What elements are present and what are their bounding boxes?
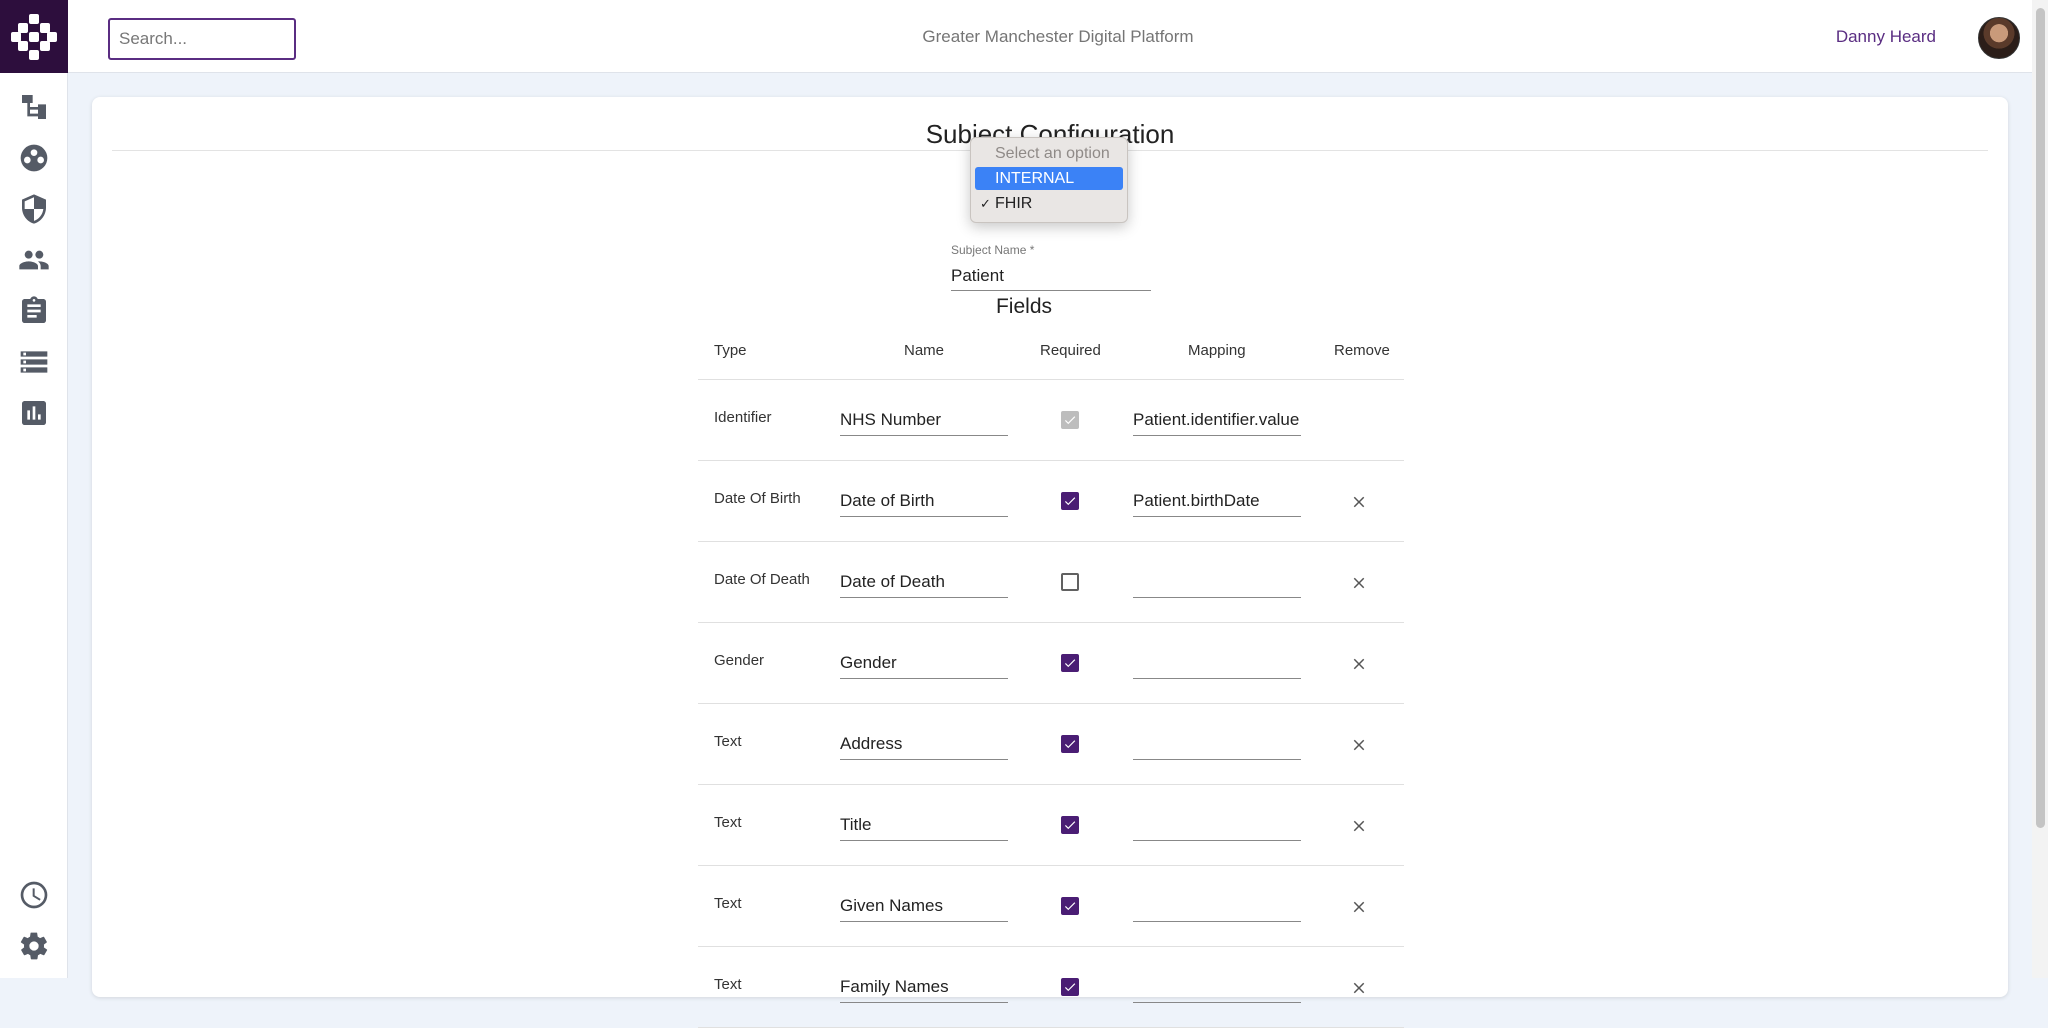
field-type: Text: [714, 895, 742, 912]
fields-table: Type Name Required Mapping Remove Identi…: [698, 332, 1404, 1028]
check-icon: [1064, 497, 1076, 506]
field-name-input[interactable]: [840, 729, 1008, 760]
check-icon: [1064, 983, 1076, 992]
people-icon: [19, 250, 49, 270]
field-type: Date Of Death: [714, 571, 810, 588]
remove-field-icon[interactable]: [1350, 493, 1368, 511]
required-checkbox[interactable]: [1061, 573, 1079, 591]
field-name-input[interactable]: [840, 810, 1008, 841]
hierarchy-icon: [22, 95, 46, 119]
subject-name-label: Subject Name *: [951, 243, 1035, 257]
field-type: Text: [714, 733, 742, 750]
platform-title: Greater Manchester Digital Platform: [922, 27, 1194, 46]
sidebar-item-cohorts[interactable]: [16, 140, 52, 176]
mapping-input[interactable]: [1133, 567, 1301, 598]
required-checkbox[interactable]: [1061, 897, 1079, 915]
subject-name-input[interactable]: [951, 262, 1151, 291]
mapping-input[interactable]: [1133, 810, 1301, 841]
sidebar-item-lists[interactable]: [16, 344, 52, 380]
sidebar-item-history[interactable]: [16, 877, 52, 913]
table-header: Type Name Required Mapping Remove: [698, 332, 1404, 380]
fields-title: Fields: [995, 295, 1053, 318]
dropdown-option-fhir-label: FHIR: [995, 195, 1033, 212]
header-type: Type: [714, 342, 747, 359]
field-name-input[interactable]: [840, 648, 1008, 679]
table-row: Date Of Death: [698, 542, 1404, 623]
user-name[interactable]: Danny Heard: [1836, 27, 1936, 47]
remove-field-icon[interactable]: [1350, 736, 1368, 754]
table-body: Identifier Date Of Birth Date Of Death Gend…: [698, 380, 1404, 1028]
field-type: Identifier: [714, 409, 772, 426]
table-row: Text: [698, 947, 1404, 1028]
remove-field-icon[interactable]: [1350, 817, 1368, 835]
field-name-input[interactable]: [840, 891, 1008, 922]
mapping-input[interactable]: [1133, 648, 1301, 679]
shield-icon: [22, 194, 46, 224]
dropdown-option-fhir[interactable]: ✓ FHIR: [975, 192, 1123, 215]
remove-field-icon[interactable]: [1350, 655, 1368, 673]
field-type: Text: [714, 814, 742, 831]
mapping-input[interactable]: [1133, 972, 1301, 1003]
check-icon: [1064, 659, 1076, 668]
table-row: Gender: [698, 623, 1404, 704]
field-name-input[interactable]: [840, 567, 1008, 598]
clock-icon: [20, 881, 48, 909]
required-checkbox[interactable]: [1061, 492, 1079, 510]
sidebar: [0, 0, 68, 978]
logo-icon: [11, 13, 57, 60]
remove-field-icon[interactable]: [1350, 574, 1368, 592]
required-checkbox[interactable]: [1061, 735, 1079, 753]
field-type: Date Of Birth: [714, 490, 801, 507]
table-row: Text: [698, 704, 1404, 785]
scrollbar-thumb[interactable]: [2036, 8, 2045, 828]
subject-type-dropdown[interactable]: Select an option INTERNAL ✓ FHIR: [970, 137, 1128, 223]
table-row: Identifier: [698, 380, 1404, 461]
sidebar-item-settings[interactable]: [16, 928, 52, 964]
required-checkbox[interactable]: [1061, 654, 1079, 672]
check-icon: ✓: [980, 196, 991, 211]
header-required: Required: [1040, 342, 1101, 359]
required-checkbox[interactable]: [1061, 978, 1079, 996]
sidebar-item-reports[interactable]: [16, 395, 52, 431]
required-checkbox: [1061, 411, 1079, 429]
required-checkbox[interactable]: [1061, 816, 1079, 834]
avatar[interactable]: [1978, 17, 2020, 59]
page-scrollbar[interactable]: [2032, 0, 2048, 978]
remove-field-icon[interactable]: [1350, 898, 1368, 916]
cohort-icon: [20, 144, 48, 172]
mapping-input[interactable]: [1133, 405, 1301, 436]
field-name-input[interactable]: [840, 972, 1008, 1003]
header-remove: Remove: [1334, 342, 1390, 359]
field-type: Gender: [714, 652, 765, 669]
sidebar-item-hierarchy[interactable]: [16, 89, 52, 125]
logo[interactable]: [0, 0, 68, 73]
table-row: Date Of Birth: [698, 461, 1404, 542]
dropdown-option-internal[interactable]: INTERNAL: [975, 167, 1123, 190]
mapping-input[interactable]: [1133, 486, 1301, 517]
mapping-input[interactable]: [1133, 729, 1301, 760]
field-name-input[interactable]: [840, 405, 1008, 436]
table-row: Text: [698, 785, 1404, 866]
field-type: Text: [714, 976, 742, 993]
gear-icon: [20, 932, 48, 960]
check-icon: [1064, 902, 1076, 911]
check-icon: [1064, 416, 1076, 425]
remove-field-icon[interactable]: [1350, 979, 1368, 997]
sidebar-item-people[interactable]: [16, 242, 52, 278]
header-name: Name: [904, 342, 945, 359]
list-icon: [20, 351, 48, 373]
field-name-input[interactable]: [840, 486, 1008, 517]
top-bar: Greater Manchester Digital Platform Dann…: [68, 0, 2048, 73]
chart-icon: [22, 401, 46, 425]
table-row: Text: [698, 866, 1404, 947]
header-mapping: Mapping: [1188, 342, 1246, 359]
sidebar-item-security[interactable]: [16, 191, 52, 227]
check-icon: [1064, 821, 1076, 830]
dropdown-placeholder: Select an option: [995, 145, 1110, 162]
check-icon: [1064, 740, 1076, 749]
mapping-input[interactable]: [1133, 891, 1301, 922]
